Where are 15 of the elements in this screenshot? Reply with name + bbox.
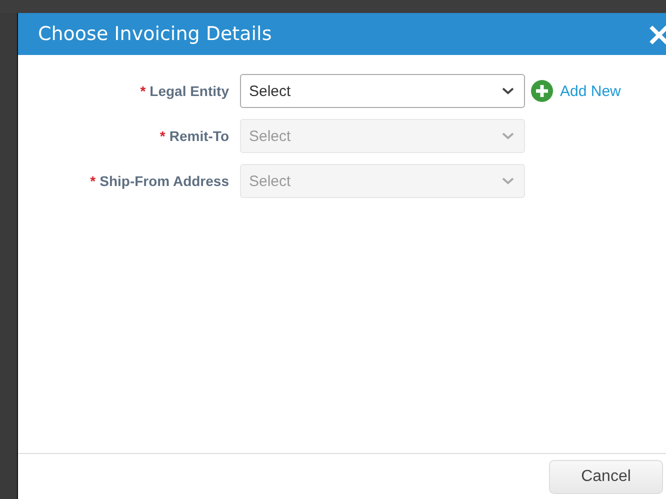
close-button[interactable] — [649, 25, 666, 45]
dialog-title: Choose Invoicing Details — [38, 23, 272, 45]
field-label: Remit-To — [169, 128, 229, 144]
field-label: Ship-From Address — [100, 173, 229, 189]
add-new-link[interactable]: Add New — [531, 80, 621, 102]
required-asterisk: * — [90, 173, 96, 189]
required-asterisk: * — [160, 128, 166, 144]
chevron-icon — [502, 177, 514, 185]
required-asterisk: * — [140, 83, 146, 99]
plus-circle-icon — [531, 80, 553, 102]
cancel-button[interactable]: Cancel — [549, 460, 663, 494]
select-dropdown[interactable]: Select — [240, 74, 525, 108]
chevron-icon — [502, 132, 514, 140]
field-label: Legal Entity — [150, 83, 229, 99]
chevron-icon — [502, 87, 514, 95]
